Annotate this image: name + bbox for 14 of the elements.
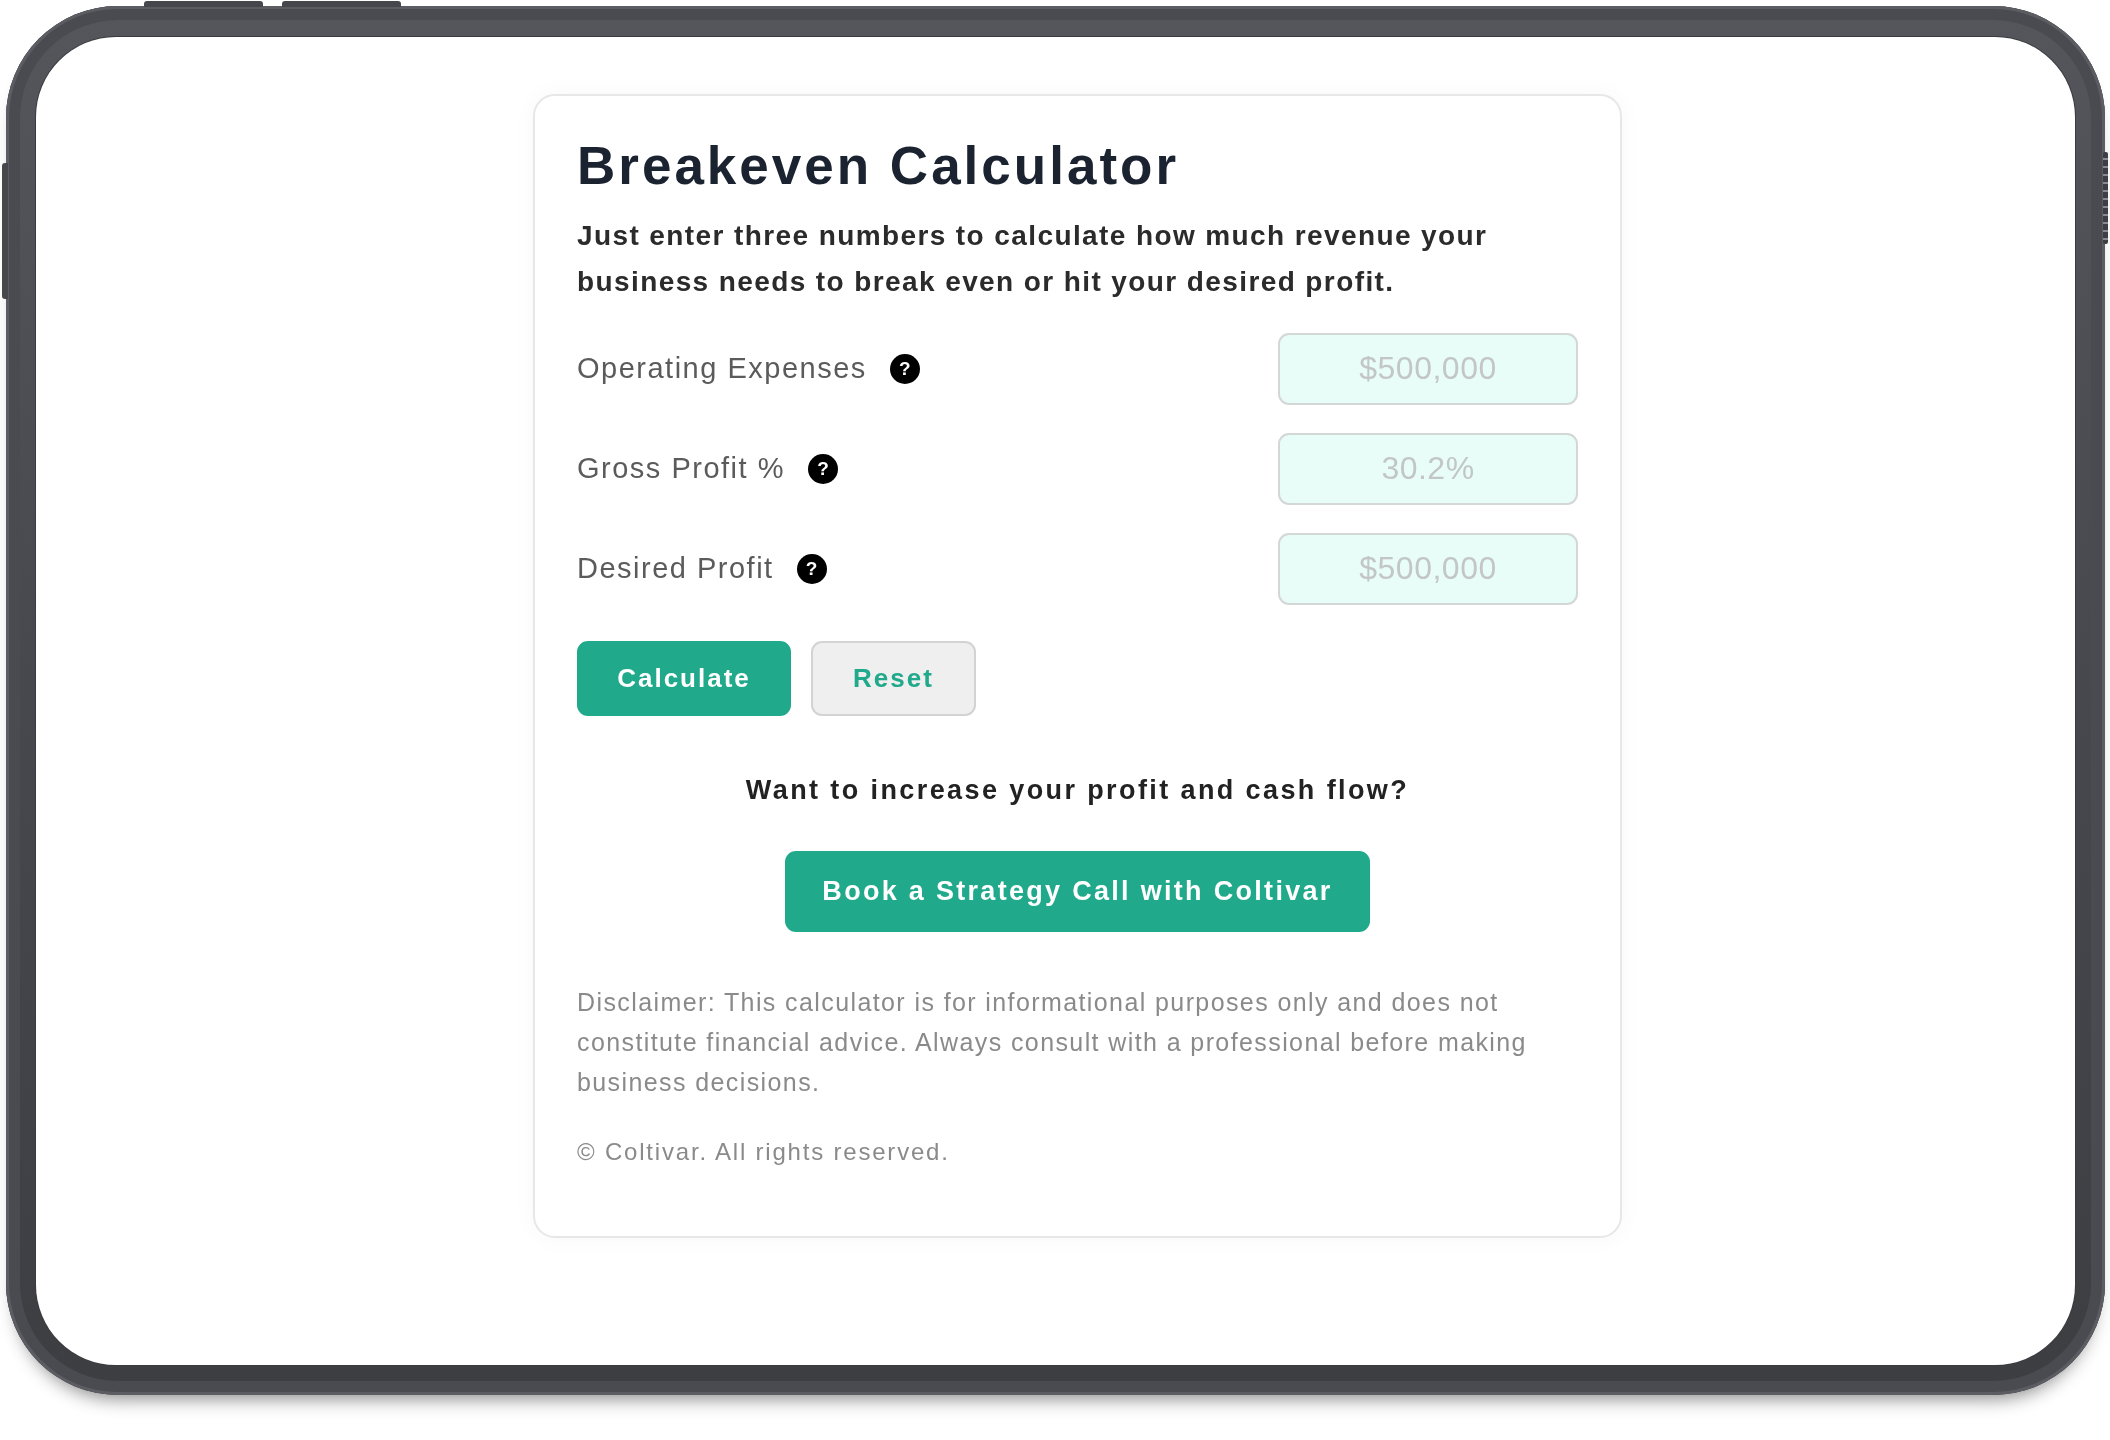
hardware-button[interactable] [144, 1, 263, 7]
field-label: Desired Profit [577, 551, 774, 587]
intro-text: Just enter three numbers to calculate how much revenue your business needs to break even or hit your desired profit. [577, 218, 1489, 299]
hardware-button[interactable] [282, 1, 401, 7]
cta-prompt: Want to increase your profit and cash flow? [744, 773, 1411, 807]
help-icon[interactable]: ? [796, 553, 827, 584]
disclaimer-text: Disclaimer: This calculator is for informational purposes only and does not constitute financial advice. Always consult with a professional before making business decisions. [577, 986, 1528, 1098]
copyright-text: © Coltivar. All rights reserved. [577, 1136, 951, 1167]
hardware-button[interactable] [2, 163, 8, 299]
field-label: Operating Expenses [577, 351, 867, 387]
help-icon[interactable]: ? [807, 453, 838, 484]
field-label: Gross Profit % [577, 451, 785, 487]
help-icon[interactable]: ? [889, 353, 920, 384]
calculator-title: Breakeven Calculator [577, 135, 1181, 197]
